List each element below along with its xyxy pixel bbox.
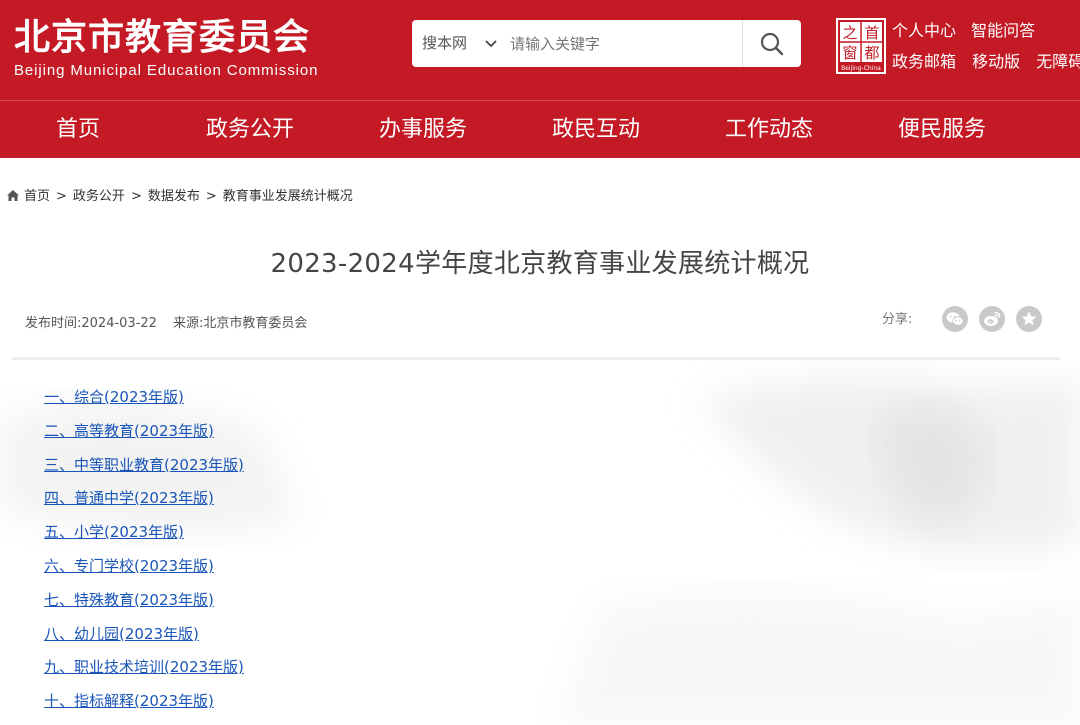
top-links: 个人中心 智能问答 政务邮箱 移动版 无障碍: [892, 19, 1080, 81]
home-icon: [7, 190, 19, 201]
search-scope-select[interactable]: 搜本网: [422, 20, 467, 67]
statistics-link-list: 一、综合(2023年版) 二、高等教育(2023年版) 三、中等职业教育(202…: [44, 386, 244, 724]
nav-home[interactable]: 首页: [56, 101, 100, 159]
wechat-icon[interactable]: [942, 306, 968, 332]
weibo-icon[interactable]: [979, 306, 1005, 332]
stat-link-special-education[interactable]: 七、特殊教育(2023年版): [44, 589, 244, 623]
breadcrumb-current[interactable]: 教育事业发展统计概况: [223, 189, 353, 204]
mobile-version-link[interactable]: 移动版: [972, 52, 1020, 71]
search-divider: [742, 20, 743, 67]
stat-link-kindergarten[interactable]: 八、幼儿园(2023年版): [44, 623, 244, 657]
svg-text:之: 之: [842, 24, 857, 42]
chevron-down-icon[interactable]: [484, 36, 498, 50]
nav-services[interactable]: 办事服务: [379, 101, 467, 159]
search-icon: [760, 32, 784, 56]
breadcrumb-gov-affairs[interactable]: 政务公开: [73, 189, 125, 204]
search-input[interactable]: [510, 28, 740, 59]
gov-mailbox-link[interactable]: 政务邮箱: [892, 52, 956, 71]
nav-public-services[interactable]: 便民服务: [898, 101, 986, 159]
stat-link-primary-school[interactable]: 五、小学(2023年版): [44, 521, 244, 555]
svg-text:Beijing-China: Beijing-China: [841, 65, 881, 72]
stat-link-secondary-vocational[interactable]: 三、中等职业教育(2023年版): [44, 454, 244, 488]
stat-link-special-school[interactable]: 六、专门学校(2023年版): [44, 555, 244, 589]
search-button[interactable]: [752, 28, 792, 59]
publish-date: 发布时间:2024-03-22: [25, 316, 157, 331]
site-header: 北京市教育委员会 Beijing Municipal Education Com…: [0, 0, 1080, 158]
search-box: 搜本网: [412, 20, 801, 67]
nav-gov-affairs[interactable]: 政务公开: [206, 101, 294, 159]
svg-text:首: 首: [864, 24, 879, 42]
stat-link-general-middle-school[interactable]: 四、普通中学(2023年版): [44, 487, 244, 521]
svg-text:都: 都: [864, 44, 879, 62]
stat-link-higher-education[interactable]: 二、高等教育(2023年版): [44, 420, 244, 454]
capital-window-seal-logo[interactable]: 之 首 窗 都 Beijing-China: [836, 18, 886, 74]
stat-link-general[interactable]: 一、综合(2023年版): [44, 386, 244, 420]
nav-work-news[interactable]: 工作动态: [725, 101, 813, 159]
content-divider: [12, 357, 1060, 360]
page-title: 2023-2024学年度北京教育事业发展统计概况: [270, 249, 810, 279]
site-logo[interactable]: 北京市教育委员会 Beijing Municipal Education Com…: [14, 16, 318, 80]
nav-interaction[interactable]: 政民互动: [552, 101, 640, 159]
article-meta: 发布时间:2024-03-22 来源:北京市教育委员会: [25, 314, 307, 334]
personal-center-link[interactable]: 个人中心: [892, 21, 956, 40]
stat-link-vocational-training[interactable]: 九、职业技术培训(2023年版): [44, 656, 244, 690]
breadcrumb-home[interactable]: 首页: [24, 189, 50, 204]
svg-text:窗: 窗: [842, 44, 857, 62]
breadcrumb-separator: >: [205, 189, 217, 204]
logo-english-name: Beijing Municipal Education Commission: [14, 62, 319, 79]
article-source: 来源:北京市教育委员会: [172, 316, 308, 331]
breadcrumb-separator: >: [56, 189, 67, 204]
accessibility-link[interactable]: 无障碍: [1036, 52, 1080, 71]
breadcrumb: 首页 > 政务公开 > 数据发布 > 教育事业发展统计概况: [6, 186, 353, 208]
logo-chinese-name: 北京市教育委员会: [14, 17, 311, 58]
favorite-star-icon[interactable]: [1016, 306, 1042, 332]
main-nav: 首页 政务公开 办事服务 政民互动 工作动态 便民服务: [0, 100, 1080, 158]
smart-qa-link[interactable]: 智能问答: [971, 21, 1035, 40]
stat-link-indicator-explanation[interactable]: 十、指标解释(2023年版): [44, 690, 244, 724]
share-label: 分享:: [882, 312, 913, 327]
breadcrumb-separator: >: [130, 189, 142, 204]
breadcrumb-data-release[interactable]: 数据发布: [148, 189, 200, 204]
